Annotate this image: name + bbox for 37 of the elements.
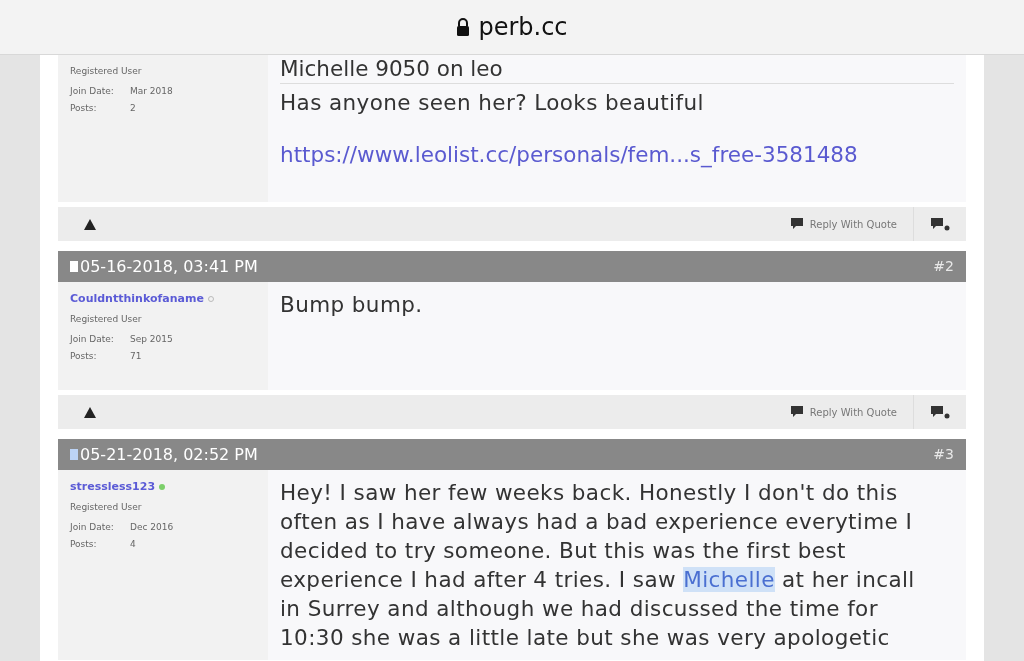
domain-text: perb.cc xyxy=(478,12,568,43)
post-date: 05-21-2018, 02:52 PM xyxy=(80,443,258,466)
speech-bubble-icon xyxy=(789,405,804,419)
post-date: 05-16-2018, 03:41 PM xyxy=(80,255,258,278)
posts-label: Posts: xyxy=(70,538,98,551)
user-role: Registered User xyxy=(70,313,143,326)
listing-link[interactable]: https://www.leolist.cc/personals/fem...s_free-3581488 xyxy=(280,139,954,172)
speech-bubble-plus-icon xyxy=(930,405,950,419)
post-title: Michelle 9050 on leo xyxy=(280,57,954,84)
post-count: 2 xyxy=(130,102,136,115)
join-date: Sep 2015 xyxy=(130,333,173,346)
lock-icon xyxy=(456,18,471,36)
join-date: Dec 2016 xyxy=(130,521,174,534)
join-date: Mar 2018 xyxy=(130,85,173,98)
reply-with-quote-button[interactable]: Reply With Quote xyxy=(789,395,913,429)
reply-with-quote-button[interactable]: Reply With Quote xyxy=(789,207,913,241)
post-number-link[interactable]: #3 xyxy=(933,444,954,465)
post-count: 71 xyxy=(130,350,142,363)
warning-icon[interactable] xyxy=(84,218,96,230)
warning-icon[interactable] xyxy=(84,406,96,418)
join-date-label: Join Date: xyxy=(70,521,115,534)
username-link[interactable]: Couldntthinkofaname xyxy=(70,290,204,307)
speech-bubble-icon xyxy=(789,217,804,231)
address-bar[interactable]: perb.cc xyxy=(0,0,1024,55)
post-message: Has anyone seen her? Looks beautiful xyxy=(280,89,705,117)
posts-label: Posts: xyxy=(70,102,98,115)
username-link[interactable]: stressless123 xyxy=(70,478,156,495)
join-date-label: Join Date: xyxy=(70,85,115,98)
speech-bubble-plus-icon xyxy=(930,217,950,231)
post-message: Bump bump. xyxy=(280,291,424,319)
post-number-link[interactable]: #2 xyxy=(933,256,954,277)
post-count: 4 xyxy=(130,538,136,551)
posts-label: Posts: xyxy=(70,350,98,363)
user-role: Registered User xyxy=(70,65,143,78)
user-role: Registered User xyxy=(70,501,143,514)
post-message: Hey! I saw her few weeks back. Honestly I don't do this often as I have always had a bad experience everytime I decided to try someone. But this was the first best experience I had after 4 tries. I saw Michelle at her incall in Surrey and although we had discussed the time for 10:30 she was a little late but she was very apologetic xyxy=(280,479,916,652)
join-date-label: Join Date: xyxy=(70,333,115,346)
